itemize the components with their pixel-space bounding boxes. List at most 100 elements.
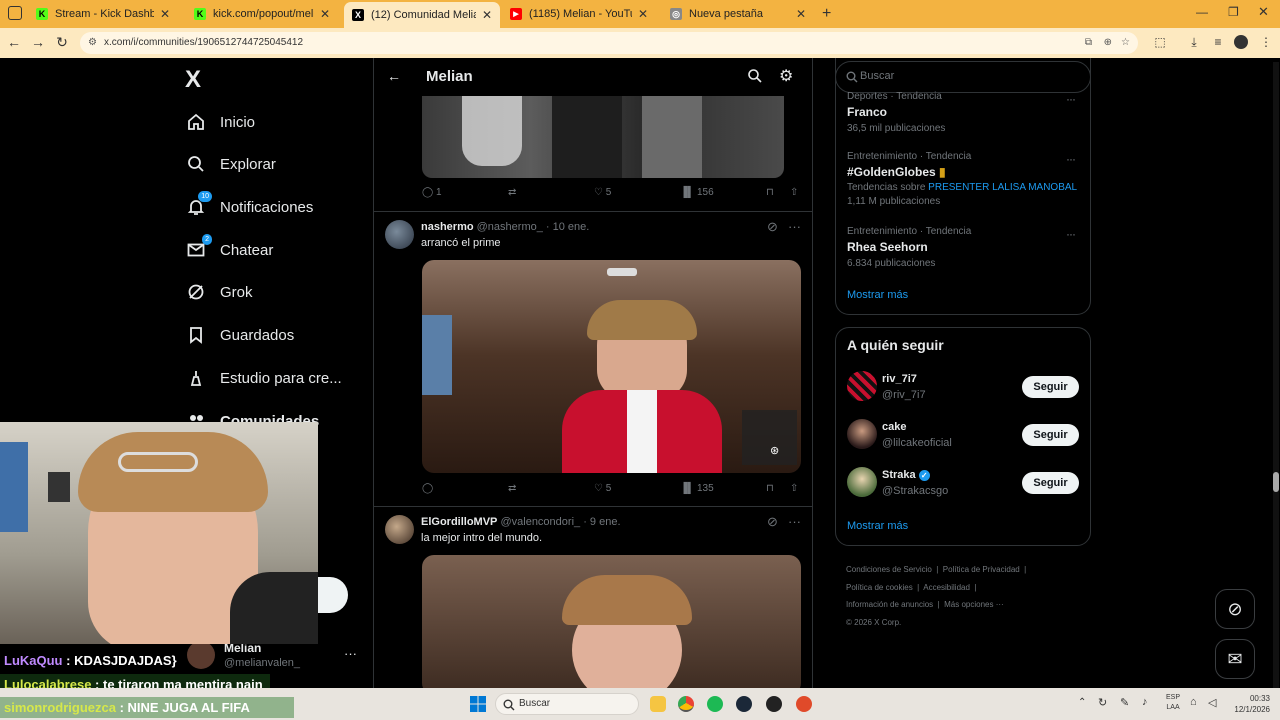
like-button[interactable]: ♡ 5: [594, 187, 611, 198]
follow-button[interactable]: Seguir: [1022, 376, 1079, 398]
sidebar-item-inicio[interactable]: Inicio: [186, 106, 255, 138]
footer-link-ads[interactable]: Información de anuncios: [846, 600, 933, 609]
reload-icon[interactable]: ↻: [52, 32, 72, 52]
trend-related-link[interactable]: PRESENTER LALISA MANOBAL: [928, 182, 1077, 193]
gear-icon[interactable]: ⚙: [779, 66, 793, 86]
more-options-icon[interactable]: ···: [1066, 152, 1076, 166]
back-arrow-icon[interactable]: ←: [387, 68, 401, 84]
network-icon[interactable]: ⌂: [1190, 696, 1197, 708]
sidebar-item-guardados[interactable]: Guardados: [186, 319, 294, 351]
scrollbar-track[interactable]: [1273, 62, 1279, 688]
follow-user-name[interactable]: cake: [882, 421, 906, 433]
footer-link-privacy[interactable]: Política de Privacidad: [943, 565, 1020, 574]
tab-kick-dashboard[interactable]: K Stream - Kick Dashboard ✕: [28, 2, 178, 26]
file-explorer-icon[interactable]: [650, 696, 666, 712]
tab-search-icon[interactable]: [8, 6, 22, 20]
taskbar-search[interactable]: Buscar: [495, 693, 639, 715]
share-icon[interactable]: ⇧: [790, 187, 798, 198]
search-icon[interactable]: [747, 68, 763, 89]
follow-user-name[interactable]: Straka: [882, 469, 916, 481]
author-handle[interactable]: @valencondori_: [500, 516, 580, 528]
sidebar-item-explorar[interactable]: Explorar: [186, 148, 276, 180]
follow-user-name[interactable]: riv_7i7: [882, 373, 917, 385]
trend-item[interactable]: Entretenimiento · Tendencia Rhea Seehorn…: [847, 226, 1079, 270]
follow-user-handle[interactable]: @riv_7i7: [882, 389, 926, 401]
footer-link-cookies[interactable]: Política de cookies: [846, 583, 913, 592]
author-name[interactable]: ElGordilloMVP: [421, 516, 497, 528]
share-icon[interactable]: ⇧: [790, 483, 798, 494]
x-logo[interactable]: X: [185, 66, 201, 94]
like-button[interactable]: ♡ 5: [594, 483, 611, 494]
sync-icon[interactable]: ↻: [1098, 696, 1107, 709]
browser-menu-icon[interactable]: ⋮: [1256, 32, 1276, 52]
avatar[interactable]: [847, 371, 877, 401]
footer-link-more[interactable]: Más opciones ···: [944, 600, 1004, 609]
sidebar-item-grok[interactable]: Grok: [186, 276, 253, 308]
avatar[interactable]: [847, 467, 877, 497]
follow-button[interactable]: Seguir: [1022, 424, 1079, 446]
post-video[interactable]: [422, 555, 801, 688]
more-options-icon[interactable]: ···: [788, 514, 801, 529]
extensions-icon[interactable]: ⬚: [1150, 32, 1170, 52]
author-handle[interactable]: @nashermo_: [477, 221, 543, 233]
post-media-image[interactable]: [422, 96, 784, 178]
sidebar-item-estudio[interactable]: Estudio para cre...: [186, 362, 342, 394]
profile-avatar[interactable]: [1234, 35, 1248, 49]
author-name[interactable]: nashermo: [421, 221, 474, 233]
follow-user-handle[interactable]: @Strakacsgo: [882, 485, 948, 497]
chrome-icon[interactable]: [678, 696, 694, 712]
avatar[interactable]: [847, 419, 877, 449]
microphone-icon[interactable]: ♪: [1142, 696, 1148, 708]
bookmark-icon[interactable]: ⊓: [766, 483, 774, 494]
reading-list-icon[interactable]: ≡: [1208, 32, 1228, 52]
maximize-button[interactable]: ❐: [1228, 5, 1239, 19]
language-indicator[interactable]: ESP LAA: [1166, 693, 1180, 713]
bookmark-icon[interactable]: ⊓: [766, 187, 774, 198]
volume-icon[interactable]: ◁: [1208, 696, 1216, 709]
follow-user-handle[interactable]: @lilcakeoficial: [882, 437, 952, 449]
more-options-icon[interactable]: ···: [788, 219, 801, 234]
show-hidden-icons[interactable]: ⌃: [1078, 697, 1086, 708]
taskbar-search-input[interactable]: Buscar: [519, 698, 550, 709]
tab-comunidad-melian[interactable]: X (12) Comunidad Melian / X ✕: [344, 2, 500, 28]
repost-icon[interactable]: ⇄: [508, 187, 516, 198]
post-video[interactable]: ⊛: [422, 260, 801, 473]
close-tab-icon[interactable]: ✕: [638, 7, 648, 21]
close-tab-icon[interactable]: ✕: [796, 7, 806, 21]
forward-icon[interactable]: →: [28, 32, 48, 52]
reply-button[interactable]: ◯ 1: [422, 187, 442, 198]
grok-icon[interactable]: ⊘: [767, 219, 778, 235]
post-date[interactable]: · 9 ene.: [583, 516, 620, 528]
reply-button[interactable]: ◯: [422, 483, 433, 494]
account-avatar[interactable]: [187, 641, 215, 669]
zoom-icon[interactable]: ⊕: [1104, 32, 1112, 54]
more-options-icon[interactable]: ···: [1066, 92, 1076, 106]
back-icon[interactable]: ←: [4, 32, 24, 52]
spotify-icon[interactable]: [707, 696, 723, 712]
post-date[interactable]: · 10 ene.: [546, 221, 589, 233]
grok-icon[interactable]: ⊘: [767, 514, 778, 530]
minimize-button[interactable]: —: [1196, 5, 1208, 19]
new-tab-button[interactable]: +: [822, 5, 831, 23]
trend-item[interactable]: Deportes · Tendencia Franco 36,5 mil pub…: [847, 91, 1079, 134]
show-more-follow-link[interactable]: Mostrar más: [847, 520, 908, 532]
sidebar-item-chatear[interactable]: 2 Chatear: [186, 234, 273, 266]
close-tab-icon[interactable]: ✕: [320, 7, 330, 21]
tab-nueva-pestana[interactable]: ◎ Nueva pestaña ✕: [662, 2, 814, 26]
sidebar-item-notificaciones[interactable]: 10 Notificaciones: [186, 191, 313, 223]
views-button[interactable]: ▐▌ 156: [680, 187, 714, 198]
pen-icon[interactable]: ✎: [1120, 696, 1129, 709]
obs-icon[interactable]: [766, 696, 782, 712]
close-tab-icon[interactable]: ✕: [160, 7, 170, 21]
account-menu-icon[interactable]: ···: [344, 646, 357, 661]
more-options-icon[interactable]: ···: [1066, 227, 1076, 241]
close-tab-icon[interactable]: ✕: [482, 8, 492, 22]
windows-start-icon[interactable]: [470, 696, 486, 712]
scrollbar-thumb[interactable]: [1273, 472, 1279, 492]
footer-link-accessibility[interactable]: Accesibilidad: [923, 583, 970, 592]
site-info-icon[interactable]: ⚙: [88, 32, 97, 54]
grok-float-button[interactable]: ⊘: [1215, 589, 1255, 629]
clock[interactable]: 00:33 12/1/2026: [1228, 693, 1270, 715]
trend-item[interactable]: Entretenimiento · Tendencia #GoldenGlobe…: [847, 151, 1079, 211]
avatar[interactable]: [385, 515, 414, 544]
